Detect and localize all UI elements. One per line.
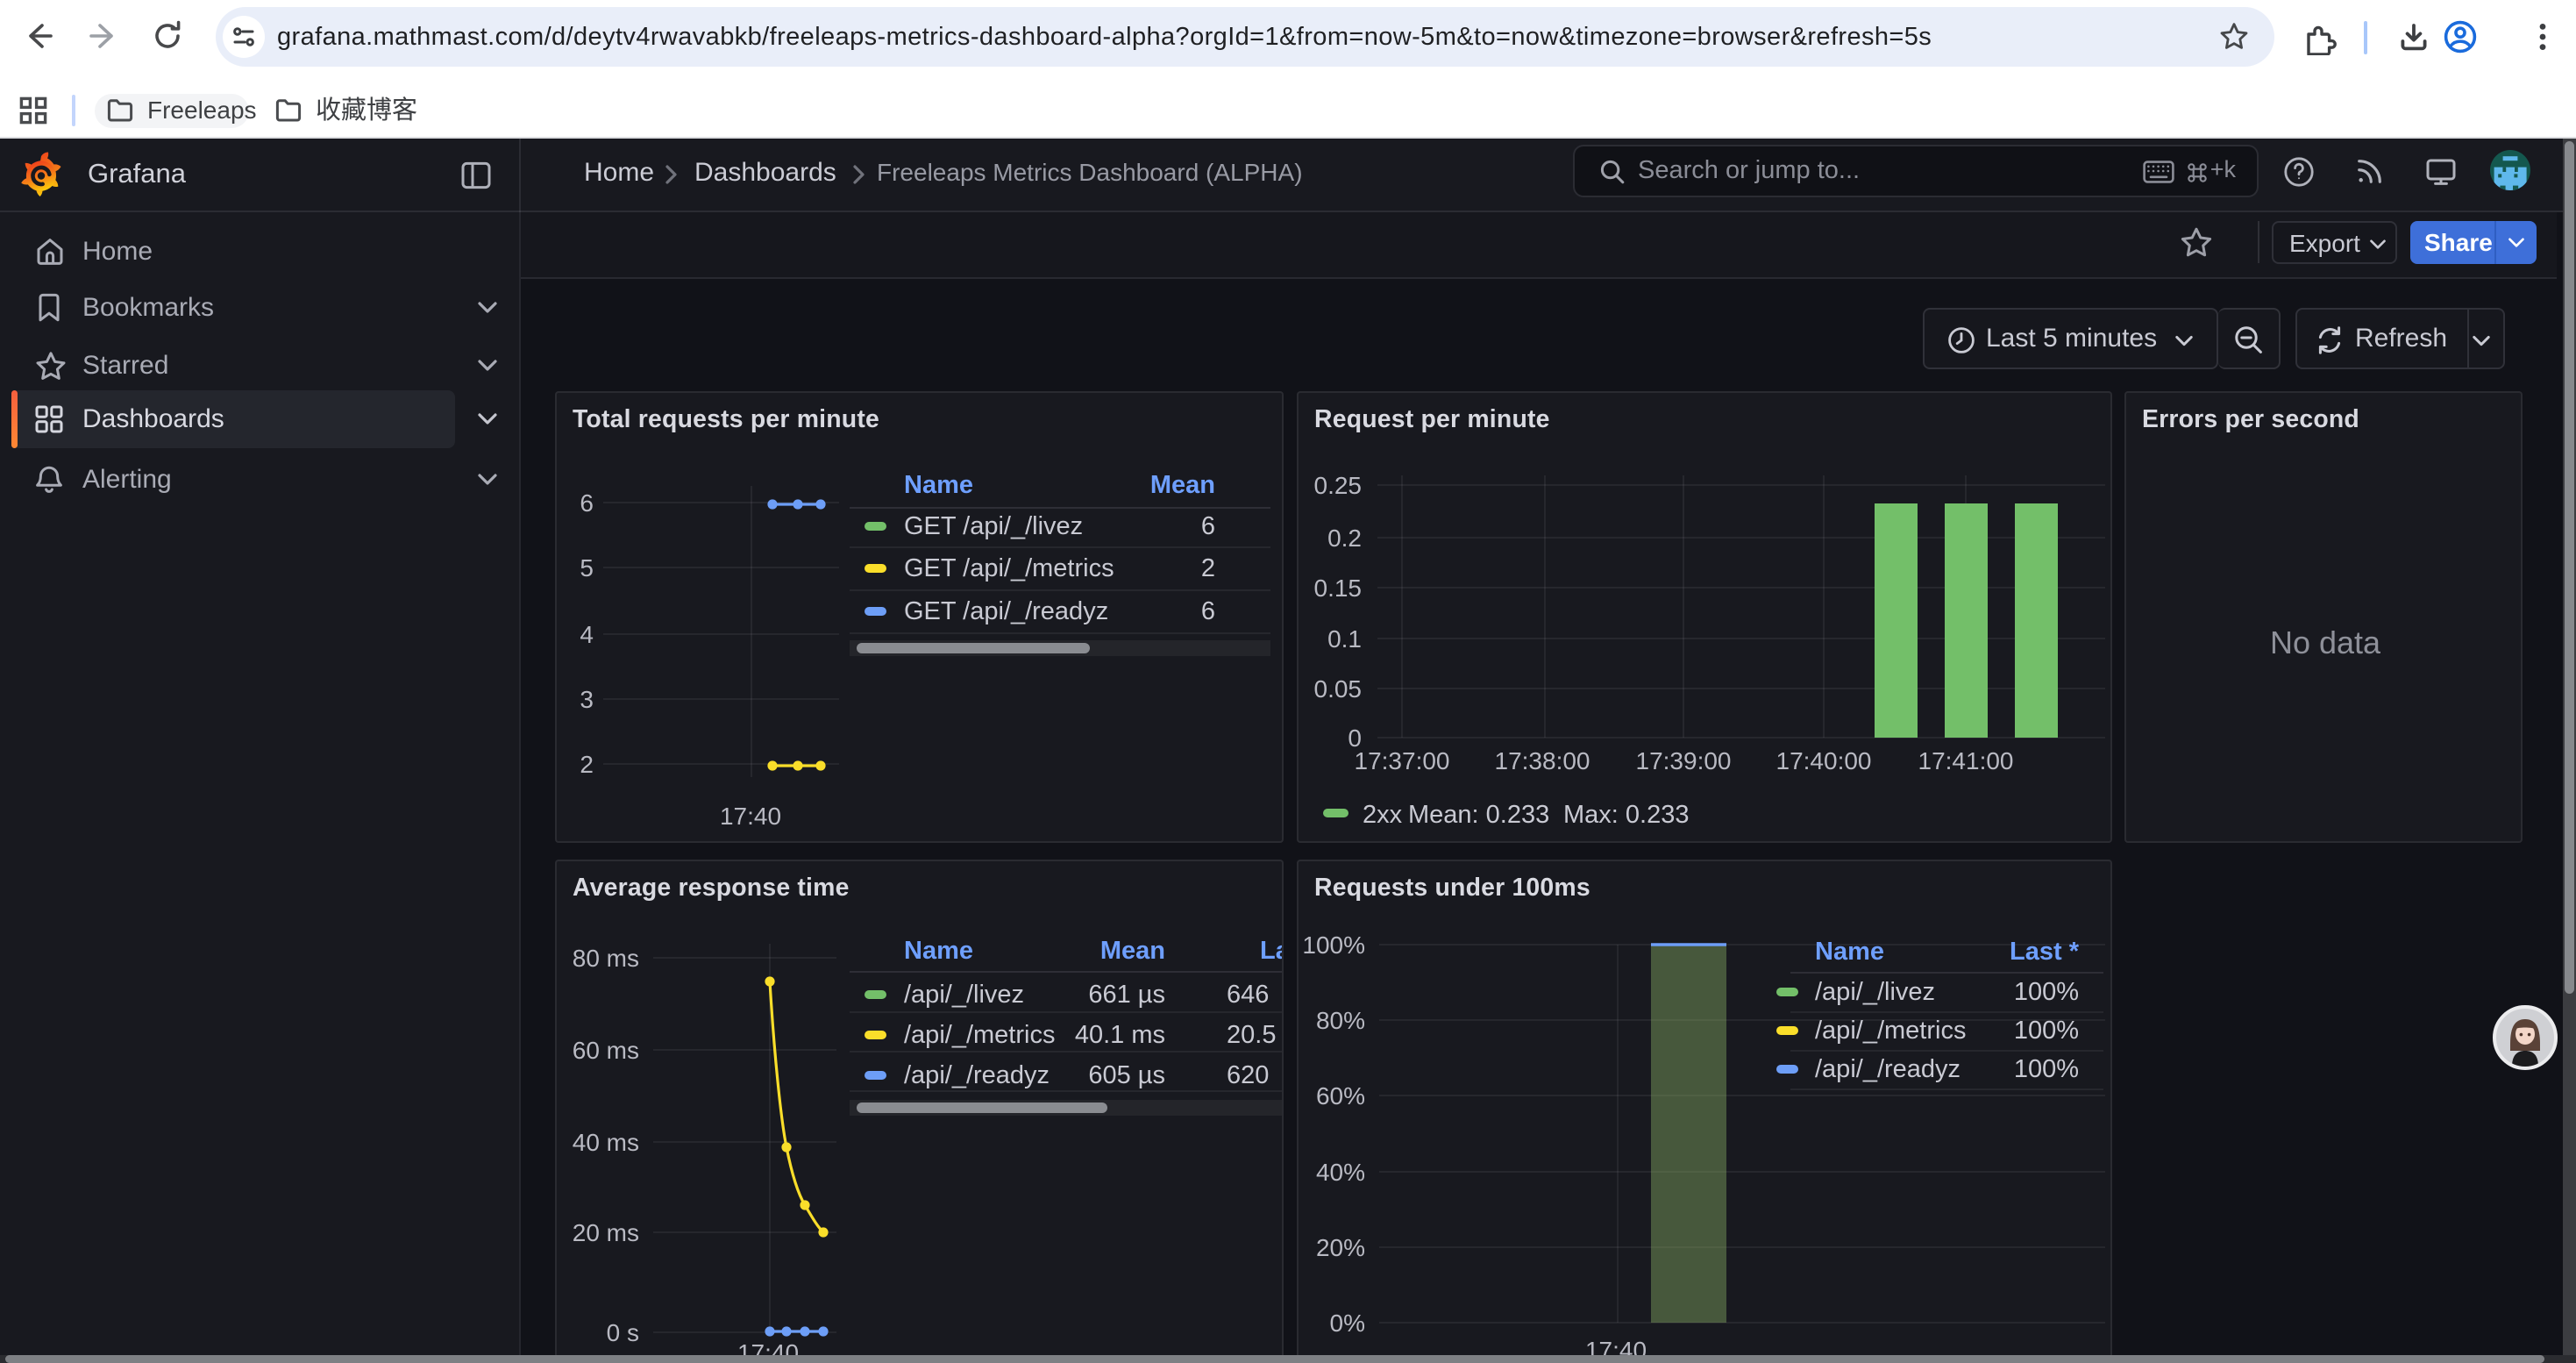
svg-text:0.2: 0.2 (1327, 525, 1362, 552)
svg-text:4: 4 (580, 621, 594, 648)
svg-text:17:39:00: 17:39:00 (1636, 747, 1732, 774)
svg-text:17:40:00: 17:40:00 (1776, 747, 1872, 774)
svg-text:0.05: 0.05 (1314, 675, 1363, 703)
svg-text:6: 6 (580, 489, 594, 517)
svg-text:80%: 80% (1316, 1007, 1365, 1034)
svg-text:0%: 0% (1330, 1309, 1365, 1337)
svg-text:80 ms: 80 ms (573, 945, 639, 972)
svg-text:0.1: 0.1 (1327, 625, 1362, 653)
svg-text:17:41:00: 17:41:00 (1918, 747, 2014, 774)
svg-text:40 ms: 40 ms (573, 1129, 639, 1156)
svg-text:0.15: 0.15 (1314, 574, 1363, 602)
svg-text:0.25: 0.25 (1314, 472, 1363, 499)
svg-text:Max: 0.233: Max: 0.233 (1563, 801, 1689, 829)
svg-text:100%: 100% (1302, 931, 1365, 959)
svg-text:20 ms: 20 ms (573, 1219, 639, 1246)
svg-text:0 s: 0 s (607, 1319, 639, 1346)
svg-text:17:37:00: 17:37:00 (1355, 747, 1450, 774)
svg-text:60%: 60% (1316, 1082, 1365, 1110)
svg-text:2xx: 2xx (1363, 801, 1403, 829)
svg-text:60 ms: 60 ms (573, 1037, 639, 1064)
svg-text:Mean: 0.233: Mean: 0.233 (1408, 801, 1549, 829)
svg-text:2: 2 (580, 751, 594, 778)
svg-text:20%: 20% (1316, 1234, 1365, 1261)
svg-text:3: 3 (580, 686, 594, 713)
svg-text:17:40: 17:40 (720, 803, 781, 830)
svg-text:5: 5 (580, 554, 594, 582)
svg-text:40%: 40% (1316, 1159, 1365, 1186)
svg-text:17:38:00: 17:38:00 (1495, 747, 1590, 774)
